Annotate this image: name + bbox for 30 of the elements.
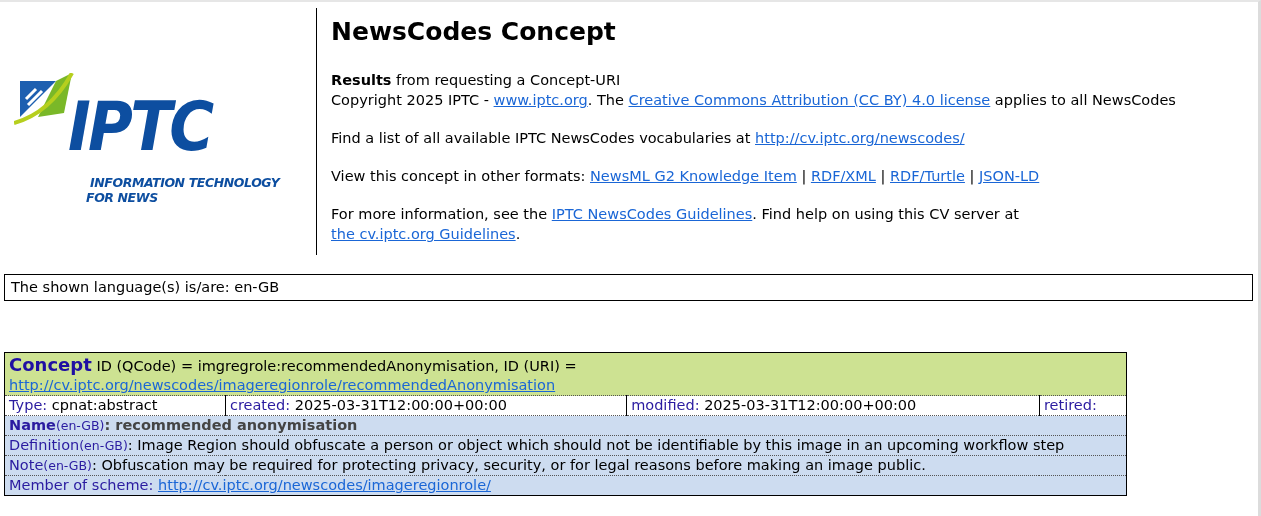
link[interactable]: RDF/XML [810, 168, 876, 184]
name-row: Name(en-GB): recommended anonymisation [4, 415, 1127, 436]
logo-tagline: INFORMATION TECHNOLOGY [90, 176, 280, 189]
link[interactable]: www.iptc.org [493, 92, 588, 108]
concept-row: Definition(en-GB): Image Region should obfuscate a person or object which should not be identifiable by this image in an upcoming workflow step [4, 435, 1127, 456]
link[interactable]: http://cv.iptc.org/newscodes/imageregionrole/recommendedAnonymisation [9, 377, 556, 393]
concept-row: Note(en-GB): Obfuscation may be required for protecting privacy, security, or for legal reasons before making an image public. [4, 455, 1127, 476]
link[interactable]: http://cv.iptc.org/newscodes/ [755, 130, 965, 146]
concept-header: Concept ID (QCode) = imgregrole:recommendedAnonymisation, ID (URI) = http://cv.iptc.org/newscodes/imageregionrole/recommendedAnonymisation [4, 352, 1127, 396]
intro-text: Results from requesting a Concept-URI [331, 71, 622, 90]
attribute-cell: Type: cpnat:abstract [4, 395, 226, 416]
link[interactable]: the cv.iptc.org Guidelines [331, 226, 516, 242]
attribute-cell: modified: 2025-03-31T12:00:00+00:00 [626, 395, 1040, 416]
intro-text: View this concept in other formats: NewsML G2 Knowledge Item | RDF/XML | RDF/Turtle | JSON-LD [331, 167, 1041, 186]
link[interactable]: NewsML G2 Knowledge Item [590, 168, 797, 184]
attribute-cell: retired: [1039, 395, 1127, 416]
scheme-row: Member of scheme: http://cv.iptc.org/newscodes/imageregionrole/ [4, 475, 1127, 496]
language-note: The shown language(s) is/are: en-GB [4, 274, 1253, 301]
link[interactable]: http://cv.iptc.org/newscodes/imageregionrole/ [158, 477, 491, 493]
intro-text: For more information, see the IPTC NewsCodes Guidelines. Find help on using this CV server at the cv.iptc.org Guidelines. [331, 205, 1021, 244]
link[interactable]: JSON-LD [979, 168, 1040, 184]
link[interactable]: Creative Commons Attribution (CC BY) 4.0 license [628, 92, 991, 108]
intro-text: Find a list of all available IPTC NewsCodes vocabularies at http://cv.iptc.org/newscodes/ [331, 129, 966, 148]
attribute-cell: created: 2025-03-31T12:00:00+00:00 [225, 395, 627, 416]
logo-tagline: FOR NEWS [86, 191, 158, 204]
link[interactable]: RDF/Turtle [890, 168, 965, 184]
page-title: NewsCodes Concept [331, 17, 617, 46]
link[interactable]: IPTC NewsCodes Guidelines [551, 206, 753, 222]
intro-text: Copyright 2025 IPTC - www.iptc.org. The Creative Commons Attribution (CC BY) 4.0 license applies to all NewsCodes [331, 91, 1177, 110]
logo-wordmark: IPTC [68, 92, 212, 161]
